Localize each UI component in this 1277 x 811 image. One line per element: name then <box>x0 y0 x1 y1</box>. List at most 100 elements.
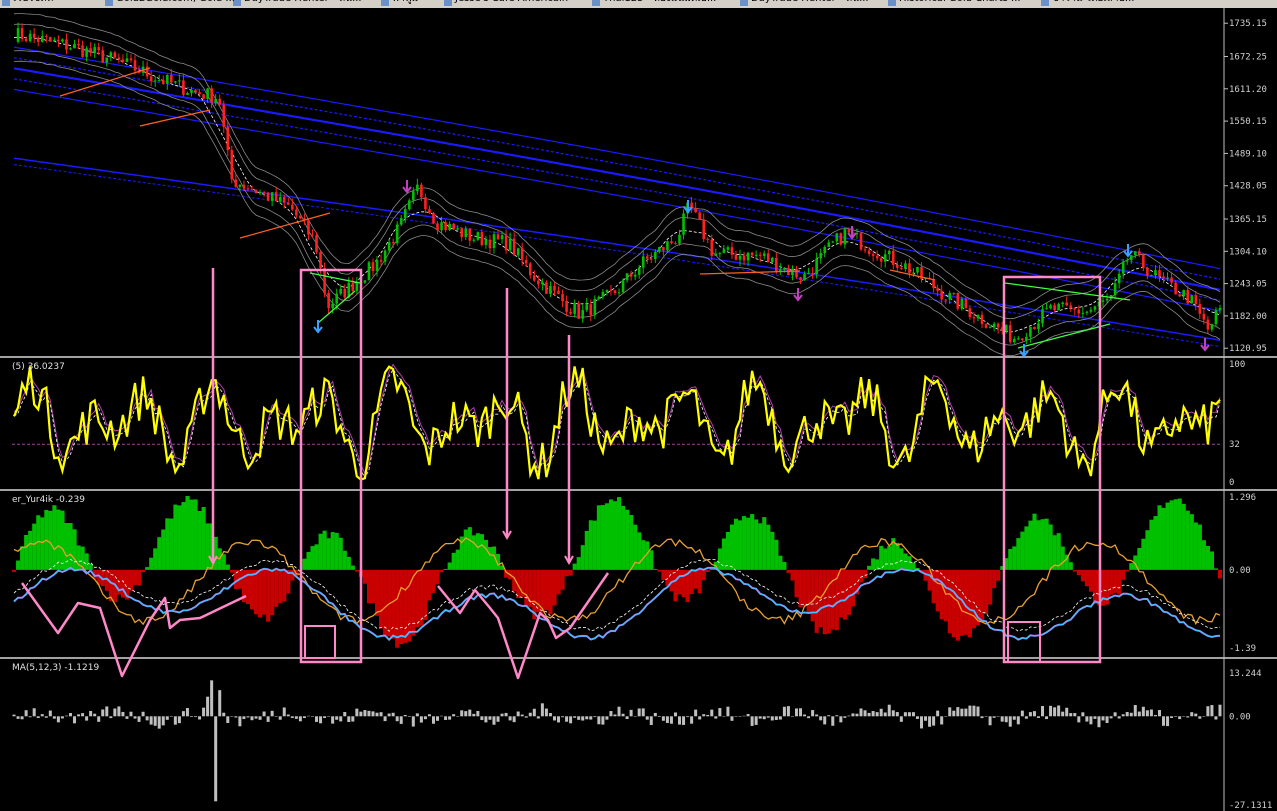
browser-link-3[interactable]: ฟ้าฟูม <box>379 0 436 8</box>
macd-bar <box>298 716 302 722</box>
macd-bar <box>984 716 988 717</box>
candle <box>157 80 161 82</box>
candle <box>327 293 330 309</box>
browser-link-7[interactable]: Historical Gold Charts ... <box>886 0 1033 8</box>
candle <box>1077 309 1081 314</box>
candle <box>1085 311 1089 313</box>
histogram-bar <box>1165 502 1170 570</box>
macd-bar <box>379 712 383 717</box>
trendline <box>1004 282 1131 301</box>
macd-bar <box>621 713 625 717</box>
candle <box>1004 325 1008 331</box>
candle <box>161 80 165 84</box>
candle <box>654 251 657 259</box>
browser-link-4[interactable]: Jesse's Cafe Americain <box>442 0 584 8</box>
candle <box>367 262 371 281</box>
candle <box>968 308 972 318</box>
macd-bar <box>835 715 839 717</box>
trading-chart[interactable]: 1735.15 1672.25 1611.20 1550.15 1489.10 1428.… <box>0 8 1277 811</box>
macd-bar <box>77 714 81 717</box>
browser-link-6[interactable]: DayTrade Hunter - หน... <box>738 0 880 8</box>
macd-bar <box>121 711 125 717</box>
macd-bar <box>803 714 807 717</box>
macd-bar <box>202 707 206 717</box>
macd-bar <box>827 715 831 717</box>
macd-bar <box>1093 716 1097 719</box>
histogram-bar <box>939 569 944 620</box>
candle <box>295 209 298 216</box>
candle <box>956 292 960 309</box>
macd-bar <box>980 716 984 719</box>
trendline <box>1017 323 1111 349</box>
candle <box>496 234 500 240</box>
macd-bar <box>843 716 847 718</box>
browser-link-8[interactable]: ข้าว้าน โดยเสาบ... <box>1039 0 1201 8</box>
histogram-bar <box>342 550 347 570</box>
macd-bar <box>468 709 472 717</box>
candle <box>343 288 347 298</box>
candle <box>391 242 395 244</box>
browser-link-2[interactable]: DayTrade Hunter - หน... <box>231 0 373 8</box>
macd-bar <box>210 680 214 717</box>
histogram-bar <box>560 569 565 590</box>
histogram-bar <box>205 523 210 570</box>
macd-bar <box>738 716 742 717</box>
trendline <box>889 269 936 281</box>
histogram-bar <box>850 569 856 607</box>
macd-bar <box>399 716 403 724</box>
histogram-bar <box>197 511 202 570</box>
macd-bar <box>702 714 706 717</box>
candle <box>742 255 746 261</box>
candle <box>843 229 847 245</box>
histogram-bar <box>911 562 916 570</box>
macd-bar <box>920 716 924 729</box>
candle <box>750 252 754 256</box>
macd-bar <box>859 708 863 717</box>
macd-bar <box>653 712 657 717</box>
macd-bar <box>1198 716 1202 719</box>
browser-link-5[interactable]: Thai125 - ห้องมั่นมัดเอ... <box>590 0 732 8</box>
candle <box>1202 313 1206 320</box>
browser-link-1[interactable]: Gold2Gold.com, Gold ... <box>103 0 235 8</box>
histogram-bar <box>1153 516 1158 570</box>
histogram-bar <box>128 569 134 591</box>
macd-bar <box>335 716 339 720</box>
candle <box>758 254 762 256</box>
macd-bar <box>936 710 940 717</box>
macd-bar <box>1153 715 1157 717</box>
candle <box>57 39 60 42</box>
histogram-bar <box>1161 507 1166 570</box>
histogram-bar <box>879 545 884 570</box>
candle <box>573 303 576 314</box>
candle <box>315 235 318 253</box>
macd-bar <box>1178 716 1182 720</box>
macd-bar <box>742 715 746 717</box>
macd-bar <box>97 716 101 722</box>
candle <box>1117 273 1121 284</box>
histogram-bar <box>193 499 198 570</box>
histogram-bar <box>790 569 795 581</box>
candle <box>1113 283 1117 296</box>
histogram-bar <box>427 569 432 601</box>
candle <box>149 76 153 82</box>
histogram-bar <box>1117 569 1122 595</box>
candle <box>867 250 871 255</box>
macd-bar <box>1065 707 1069 717</box>
macd-bar <box>270 710 274 717</box>
candle <box>190 89 193 93</box>
macd-bar <box>1041 706 1045 717</box>
macd-bar <box>1020 710 1024 717</box>
histogram-bar <box>181 502 186 570</box>
macd-bar <box>629 709 633 717</box>
histogram-bar <box>830 569 835 630</box>
macd-bar <box>895 712 899 717</box>
candle <box>387 242 391 251</box>
macd-bar <box>649 716 653 726</box>
histogram-bar <box>576 557 581 570</box>
candle <box>613 290 617 294</box>
browser-link-0[interactable]: เว็บไซต์ที่ <box>0 0 97 8</box>
histogram-bar <box>362 569 368 584</box>
histogram-bar <box>439 569 444 573</box>
macd-bar <box>665 716 669 723</box>
macd-bar <box>593 716 597 718</box>
